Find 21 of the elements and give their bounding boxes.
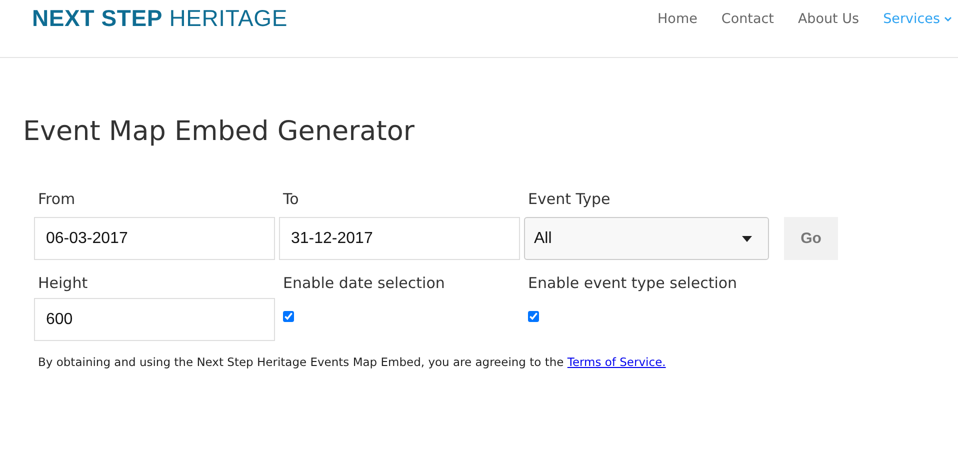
go-button[interactable]: Go [784,217,838,260]
checkbox-label: Enable date selection [283,274,445,292]
nav-link[interactable]: About Us [798,10,860,26]
height-field[interactable]: 600 [34,298,275,341]
field-label: To [283,190,299,208]
caret-icon [742,236,752,242]
field-label: From [38,190,76,208]
checkbox[interactable] [283,311,294,322]
date-field[interactable]: 31-12-2017 [279,217,520,260]
field-label: Height [38,274,88,292]
terms-notice: By obtaining and using the Next Step Heritage Events Map Embed, you are agreeing to the Terms of Service. [38,355,667,369]
logo[interactable]: NEXT STEP HERITAGE [32,5,288,32]
field-label: Event Type [528,190,610,208]
nav-link[interactable]: Contact [721,10,774,26]
checkbox-label: Enable event type selection [528,274,738,292]
nav-link[interactable]: Home [658,10,698,26]
date-field[interactable]: 06-03-2017 [34,217,275,260]
page-title: Event Map Embed Generator [23,116,416,147]
event-type-dropdown[interactable]: All [524,217,769,260]
checkbox[interactable] [528,311,539,322]
terms-link[interactable]: Terms of Service. [567,355,666,369]
